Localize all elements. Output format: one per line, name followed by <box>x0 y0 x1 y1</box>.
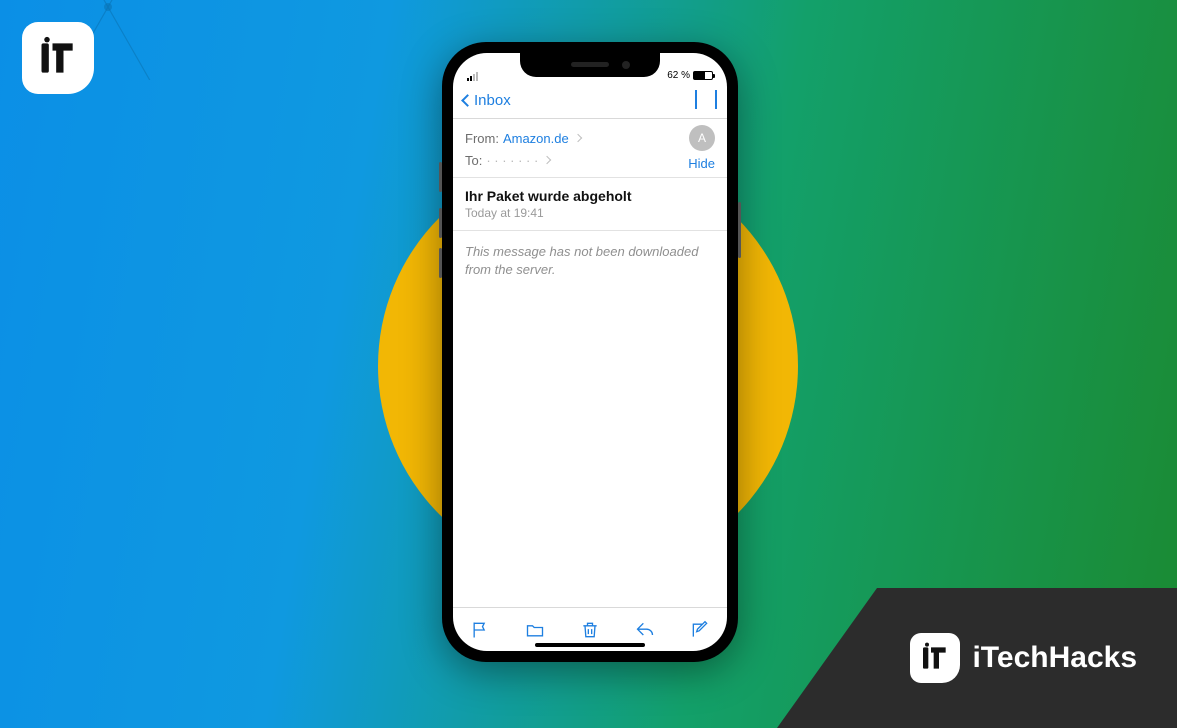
subject-block: Ihr Paket wurde abgeholt Today at 19:41 <box>453 178 727 231</box>
sender-avatar[interactable]: A <box>689 125 715 151</box>
message-header: A From: Amazon.de To: · · · · · · · Hide <box>453 119 727 178</box>
trash-icon <box>580 620 600 640</box>
chevron-right-icon <box>543 156 551 164</box>
to-label: To: <box>465 153 482 168</box>
battery-icon <box>693 71 713 80</box>
from-value[interactable]: Amazon.de <box>503 131 569 146</box>
hide-details-button[interactable]: Hide <box>688 156 715 171</box>
brand-badge-top <box>22 22 94 94</box>
prev-message-button[interactable] <box>695 92 697 110</box>
brand-logo-icon <box>910 633 960 683</box>
folder-icon <box>525 620 545 640</box>
phone-frame: 62 % Inbox A From: A <box>442 42 738 662</box>
body-text: This message has not been downloaded fro… <box>465 244 698 277</box>
chevron-up-icon <box>695 90 697 109</box>
chevron-left-icon <box>461 94 474 107</box>
subject-text: Ihr Paket wurde abgeholt <box>465 188 715 204</box>
move-button[interactable] <box>525 620 545 640</box>
phone-notch <box>520 53 660 77</box>
flag-button[interactable] <box>470 620 490 640</box>
next-message-button[interactable] <box>715 92 717 110</box>
phone-screen: 62 % Inbox A From: A <box>453 53 727 651</box>
to-value[interactable]: · · · · · · · <box>486 153 538 168</box>
home-indicator[interactable] <box>535 643 645 647</box>
flag-icon <box>470 620 490 640</box>
chevron-down-icon <box>715 90 717 109</box>
background: iTechHacks 62 % Inbox <box>0 0 1177 728</box>
compose-icon <box>690 620 710 640</box>
back-button[interactable]: Inbox <box>463 92 511 109</box>
brand-name: iTechHacks <box>972 641 1137 675</box>
battery-percent: 62 % <box>667 70 690 81</box>
chevron-right-icon <box>573 134 581 142</box>
brand-banner-bottom: iTechHacks <box>777 588 1177 728</box>
delete-button[interactable] <box>580 620 600 640</box>
reply-icon <box>635 620 655 640</box>
mail-nav-bar: Inbox <box>453 83 727 119</box>
back-label: Inbox <box>474 92 511 109</box>
compose-button[interactable] <box>690 620 710 640</box>
signal-icon <box>467 72 478 81</box>
reply-button[interactable] <box>635 620 655 640</box>
message-body: This message has not been downloaded fro… <box>453 231 727 607</box>
timestamp-text: Today at 19:41 <box>465 206 715 220</box>
from-label: From: <box>465 131 499 146</box>
